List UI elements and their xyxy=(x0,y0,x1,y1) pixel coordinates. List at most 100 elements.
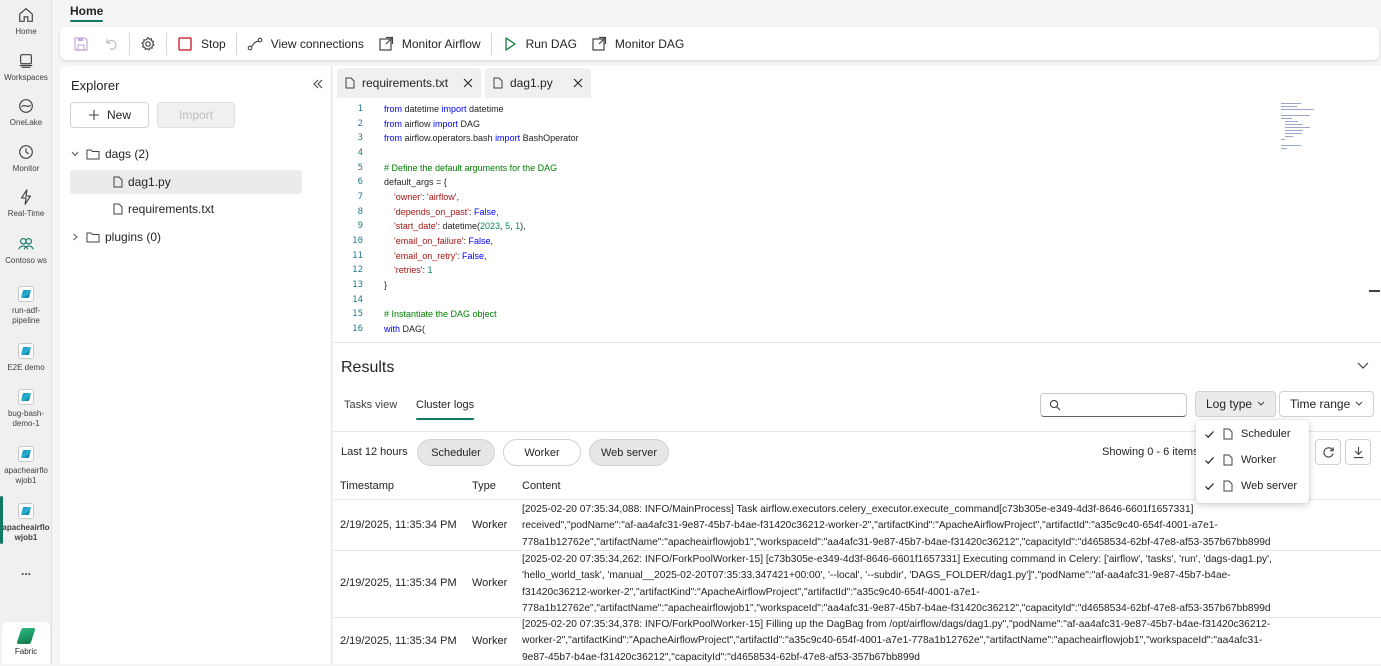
more-icon[interactable]: ... xyxy=(0,565,52,577)
log-type-option-scheduler[interactable]: Scheduler xyxy=(1196,421,1309,447)
divider xyxy=(333,550,1381,551)
rail-workspace-bug-bash[interactable]: bug-bash- demo-1 xyxy=(0,389,52,429)
save-button[interactable] xyxy=(66,31,96,57)
rail-label: Monitor xyxy=(12,164,40,173)
gear-icon xyxy=(141,36,155,50)
content-line: 9e87-45b7-b4ae-f31420c36212","capacityId… xyxy=(522,651,920,663)
chevron-down-icon xyxy=(1257,401,1265,406)
minimap-line xyxy=(1285,124,1303,125)
rail-workspace-e2e[interactable]: E2E demo xyxy=(0,343,52,373)
line-number: 1 xyxy=(357,104,363,114)
monitor-airflow-button[interactable]: Monitor Airflow xyxy=(371,31,488,57)
column-header-content[interactable]: Content xyxy=(522,480,561,492)
line-number: 16 xyxy=(352,324,363,335)
filter-pill-scheduler[interactable]: Scheduler xyxy=(417,439,495,466)
log-type-option-worker[interactable]: Worker xyxy=(1196,447,1309,473)
fabric-switcher[interactable]: Fabric xyxy=(2,622,50,664)
log-type-dropdown[interactable]: Log type xyxy=(1195,391,1277,417)
log-type-option-web-server[interactable]: Web server xyxy=(1196,473,1309,499)
line-number: 6 xyxy=(357,177,363,188)
tab-tasks-view[interactable]: Tasks view xyxy=(344,399,397,411)
tree-file-dag1[interactable]: dag1.py xyxy=(70,170,302,194)
workspaces-icon xyxy=(19,54,33,68)
monitor-dag-label: Monitor DAG xyxy=(614,36,685,51)
tree-label: plugins (0) xyxy=(105,230,162,244)
code-line: 'start_date': datetime(2023, 5, 1), xyxy=(394,221,526,232)
realtime-icon xyxy=(20,189,32,205)
chevron-down-icon xyxy=(1355,401,1363,406)
line-number: 11 xyxy=(352,250,363,261)
rail-realtime[interactable]: Real-Time xyxy=(0,188,52,219)
monitor-airflow-label: Monitor Airflow xyxy=(401,36,481,51)
results-title: Results xyxy=(341,359,395,376)
rail-monitor[interactable]: Monitor xyxy=(0,143,52,174)
rail-onelake[interactable]: OneLake xyxy=(0,97,52,128)
refresh-button[interactable] xyxy=(1315,439,1341,465)
toolbar: Stop View connections Monitor Airflow Ru… xyxy=(60,27,1379,60)
filter-pill-web-server[interactable]: Web server xyxy=(589,439,669,466)
view-connections-button[interactable]: View connections xyxy=(240,31,371,57)
chevron-down-icon[interactable] xyxy=(1357,361,1369,371)
minimap-line xyxy=(1285,127,1310,128)
collapse-pane-icon[interactable] xyxy=(312,78,324,90)
stop-button[interactable]: Stop xyxy=(170,31,233,57)
minimap-line xyxy=(1281,145,1301,146)
file-icon xyxy=(345,77,355,89)
menu-item-label: Worker xyxy=(1241,454,1277,466)
rail-workspace-airflowjob-active[interactable]: apacheairflo wjob1 xyxy=(0,503,52,543)
rail-workspace-run-adf[interactable]: run-adf- pipeline xyxy=(0,286,52,326)
minimap[interactable] xyxy=(1281,103,1321,151)
tree-file-requirements[interactable]: requirements.txt xyxy=(70,197,302,221)
minimap-line xyxy=(1281,148,1288,149)
airflow-item-icon xyxy=(18,446,34,462)
tree-label: dag1.py xyxy=(128,175,171,189)
tree-folder-dags[interactable]: dags (2) xyxy=(70,142,302,166)
line-number: 2 xyxy=(357,118,363,129)
filter-pill-worker[interactable]: Worker xyxy=(503,439,581,466)
time-range-dropdown[interactable]: Time range xyxy=(1279,391,1375,417)
tab-cluster-logs[interactable]: Cluster logs xyxy=(416,399,475,420)
column-header-type[interactable]: Type xyxy=(472,480,496,492)
row-timestamp: 2/19/2025, 11:35:34 PM xyxy=(340,577,457,589)
close-icon[interactable] xyxy=(573,78,583,88)
settings-button[interactable] xyxy=(133,31,163,57)
editor-tab-label: requirements.txt xyxy=(362,76,449,90)
tab-home[interactable]: Home xyxy=(70,4,104,22)
monitor-dag-button[interactable]: Monitor DAG xyxy=(584,31,691,57)
line-number: 14 xyxy=(352,294,363,305)
editor-tab-requirements[interactable]: requirements.txt xyxy=(337,68,481,98)
undo-button[interactable] xyxy=(96,31,126,57)
close-icon[interactable] xyxy=(463,78,473,88)
folder-icon xyxy=(86,232,100,243)
line-number: 8 xyxy=(357,206,363,217)
run-dag-button[interactable]: Run DAG xyxy=(495,31,584,57)
search-input[interactable] xyxy=(1040,393,1187,417)
new-button[interactable]: New xyxy=(70,102,149,128)
rail-workspaces[interactable]: Workspaces xyxy=(0,52,52,83)
column-header-timestamp[interactable]: Timestamp xyxy=(340,480,394,492)
airflow-item-icon xyxy=(18,389,34,405)
code-text-area[interactable]: 1 from datetime import datetime 2 from airf… xyxy=(333,101,1381,342)
rail-home[interactable]: Home xyxy=(0,6,52,37)
tree-folder-plugins[interactable]: plugins (0) xyxy=(70,225,302,249)
open-external-icon xyxy=(379,36,393,51)
editor-tab-dag1[interactable]: dag1.py xyxy=(485,68,591,98)
checkmark-icon xyxy=(1205,456,1214,464)
import-button[interactable]: Import xyxy=(157,102,235,128)
rail-contoso-ws[interactable]: Contoso ws xyxy=(0,235,52,266)
line-number: 13 xyxy=(352,280,363,291)
minimap-line xyxy=(1281,115,1311,116)
connections-icon xyxy=(247,37,263,50)
line-number: 5 xyxy=(357,162,363,173)
rail-workspace-airflowjob-1[interactable]: apacheairflo wjob1 xyxy=(0,446,52,486)
content-line: worker-2","artifactKind":"ApacheAirflowP… xyxy=(522,635,1263,647)
download-button[interactable] xyxy=(1345,439,1371,465)
code-line: } xyxy=(384,280,388,291)
download-icon xyxy=(1353,446,1363,458)
toolbar-divider xyxy=(166,32,167,55)
content-line: received","podName":"af-aa4afc31-9e87-45… xyxy=(522,520,1218,532)
rail-label: OneLake xyxy=(9,118,43,127)
content-line: 778a1b12762e","artifactName":"apacheairf… xyxy=(522,536,1271,548)
line-number: 10 xyxy=(352,236,363,247)
menu-item-label: Web server xyxy=(1241,480,1298,492)
